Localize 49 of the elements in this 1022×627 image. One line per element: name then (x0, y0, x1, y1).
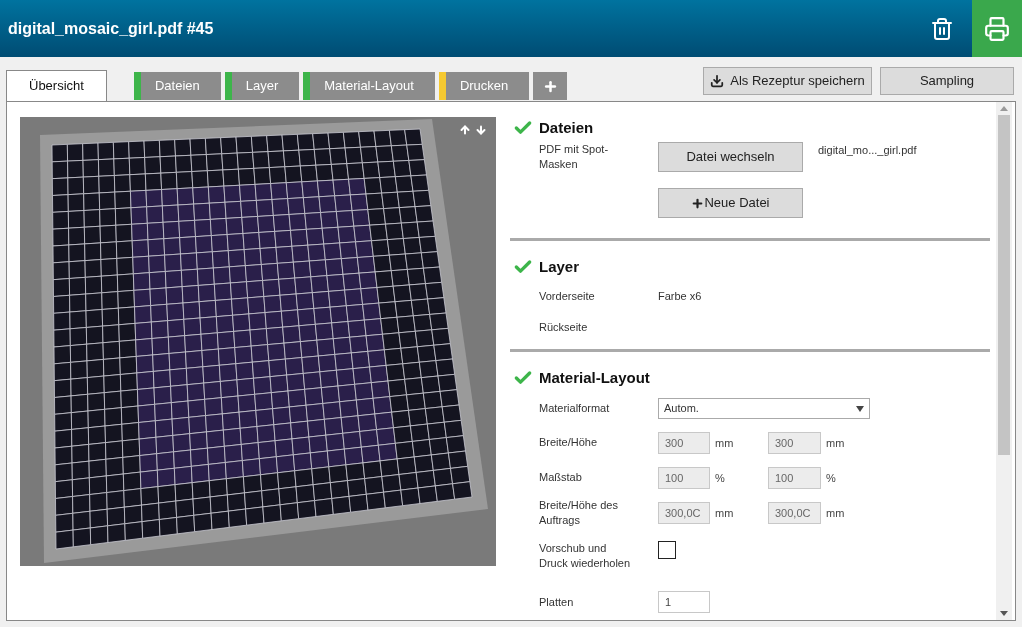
section-title: Layer (539, 256, 580, 277)
tab[interactable]: Übersicht (6, 70, 107, 101)
tab[interactable]: Drucken (438, 72, 530, 100)
plus-icon (691, 196, 705, 210)
field-label: Platten (539, 594, 575, 610)
value-field[interactable]: 100 (768, 466, 821, 489)
plates-field[interactable]: 1 (658, 591, 710, 613)
value-field[interactable]: 300,0C (658, 501, 710, 524)
value-field[interactable]: 300 (658, 431, 710, 454)
save-recipe-button[interactable]: Als Rezeptur speichern (703, 67, 872, 95)
value-field[interactable]: 100 (658, 466, 710, 489)
value-field[interactable]: 300,0C (768, 501, 821, 524)
field-label: Maßstab (539, 470, 583, 485)
plus-icon (542, 78, 558, 94)
arrow-up-icon[interactable] (459, 123, 471, 137)
section-title: Dateien (539, 117, 594, 138)
field-label: Breite/Höhe des Auftrags (539, 497, 619, 528)
unit-label: mm (825, 435, 845, 451)
new-file-button[interactable]: Neue Datei (658, 188, 803, 218)
window-title: digital_mosaic_girl.pdf #45 (8, 18, 215, 39)
unit-label: mm (714, 435, 735, 451)
add-tab-button[interactable] (533, 72, 568, 100)
value-field[interactable]: 300 (768, 431, 821, 454)
field-label: PDF mit Spot-Masken (539, 142, 610, 172)
field-label: Materialformat (539, 401, 611, 416)
print-button[interactable] (972, 0, 1022, 57)
dropdown-caret-icon (856, 405, 864, 412)
field-label: Vorderseite (539, 289, 596, 304)
field-label: Rückseite (539, 320, 589, 335)
field-label: Breite/Höhe (539, 435, 599, 450)
section-title: Material-Layout (539, 367, 650, 388)
unit-label: mm (825, 505, 845, 521)
checkbox[interactable] (658, 541, 676, 559)
printer-icon (984, 15, 1010, 42)
trash-icon (930, 15, 954, 42)
arrow-down-icon[interactable] (475, 123, 487, 137)
format-dropdown[interactable]: Autom. (658, 398, 870, 419)
tab[interactable]: Layer (224, 72, 300, 100)
field-value: Farbe x6 (658, 289, 702, 305)
tab[interactable]: Material-Layout (303, 72, 435, 100)
unit-label: mm (714, 505, 735, 521)
tab[interactable]: Dateien (133, 72, 221, 100)
unit-label: % (714, 470, 726, 486)
field-label: Vorschub und Druck wiederholen (539, 541, 631, 571)
file-name: digital_mo..._girl.pdf (818, 143, 917, 158)
unit-label: % (825, 470, 836, 486)
download-icon (710, 74, 725, 88)
sampling-button[interactable]: Sampling (880, 67, 1014, 95)
change-file-button[interactable]: Datei wechseln (658, 142, 803, 172)
